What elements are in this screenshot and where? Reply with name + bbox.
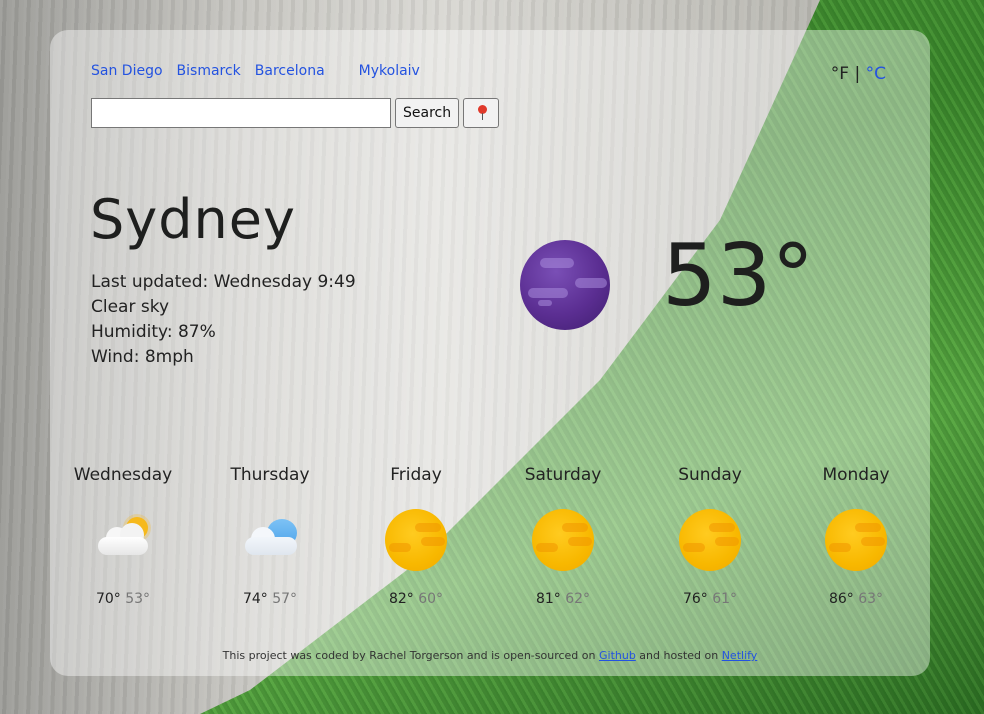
city-link-bismarck[interactable]: Bismarck xyxy=(177,63,241,79)
search-form: Search xyxy=(91,98,500,128)
current-location-button[interactable] xyxy=(463,98,500,128)
forecast-day: Wednesday 70° 53° xyxy=(63,465,183,607)
sunny-icon xyxy=(825,509,887,571)
celsius-link[interactable]: °C xyxy=(866,64,886,84)
clear-night-icon xyxy=(520,240,610,330)
forecast-day: Thursday 74° 57° xyxy=(210,465,330,607)
search-button[interactable]: Search xyxy=(395,98,460,128)
forecast-min: 57° xyxy=(272,591,298,607)
footer: This project was coded by Rachel Torgers… xyxy=(50,649,930,662)
sunny-icon xyxy=(385,509,447,571)
city-name: Sydney xyxy=(90,188,296,251)
fahrenheit-link[interactable]: °F xyxy=(831,64,849,84)
quick-city-links: San Diego Bismarck Barcelona Mykolaiv xyxy=(91,63,420,79)
current-details: Last updated: Wednesday 9:49 Clear sky H… xyxy=(91,270,356,370)
sunny-icon xyxy=(532,509,594,571)
unit-toggle: °F | °C xyxy=(831,64,886,84)
forecast-max: 76° xyxy=(682,591,708,607)
footer-text: This project was coded by Rachel Torgers… xyxy=(222,649,599,662)
forecast-day-name: Wednesday xyxy=(73,465,173,485)
city-link-barcelona[interactable]: Barcelona xyxy=(255,63,325,79)
city-link-mykolaiv[interactable]: Mykolaiv xyxy=(359,63,420,79)
forecast-day: Sunday 76° 61° xyxy=(650,465,770,607)
cloudy-icon xyxy=(239,509,301,571)
weather-description: Clear sky xyxy=(91,297,170,317)
forecast-min: 63° xyxy=(858,591,884,607)
forecast-day: Saturday 81° 62° xyxy=(503,465,623,607)
forecast-day: Friday 82° 60° xyxy=(356,465,476,607)
wind: Wind: 8mph xyxy=(91,347,194,367)
github-link[interactable]: Github xyxy=(599,649,636,662)
weather-card: San Diego Bismarck Barcelona Mykolaiv °F… xyxy=(50,30,930,676)
forecast-day-name: Friday xyxy=(390,465,442,485)
forecast-day-name: Monday xyxy=(822,465,890,485)
city-link-san-diego[interactable]: San Diego xyxy=(91,63,163,79)
forecast-max: 86° xyxy=(828,591,854,607)
forecast-day-name: Thursday xyxy=(230,465,310,485)
current-temperature: 53° xyxy=(662,226,815,326)
unit-separator: | xyxy=(854,64,861,84)
forecast-min: 53° xyxy=(125,591,151,607)
forecast-max: 70° xyxy=(95,591,121,607)
forecast-max: 81° xyxy=(535,591,561,607)
forecast-max: 74° xyxy=(242,591,268,607)
humidity: Humidity: 87% xyxy=(91,322,216,342)
netlify-link[interactable]: Netlify xyxy=(722,649,758,662)
forecast-day-name: Sunday xyxy=(678,465,742,485)
sunny-icon xyxy=(679,509,741,571)
forecast-day: Monday 86° 63° xyxy=(796,465,916,607)
forecast-max: 82° xyxy=(388,591,414,607)
forecast-min: 61° xyxy=(712,591,738,607)
last-updated: Last updated: Wednesday 9:49 xyxy=(91,272,356,292)
pin-icon xyxy=(478,105,488,120)
forecast-min: 60° xyxy=(418,591,444,607)
forecast-day-name: Saturday xyxy=(524,465,602,485)
forecast-min: 62° xyxy=(565,591,591,607)
partly-cloudy-icon xyxy=(92,509,154,571)
search-input[interactable] xyxy=(91,98,391,128)
footer-text-middle: and hosted on xyxy=(635,649,722,662)
